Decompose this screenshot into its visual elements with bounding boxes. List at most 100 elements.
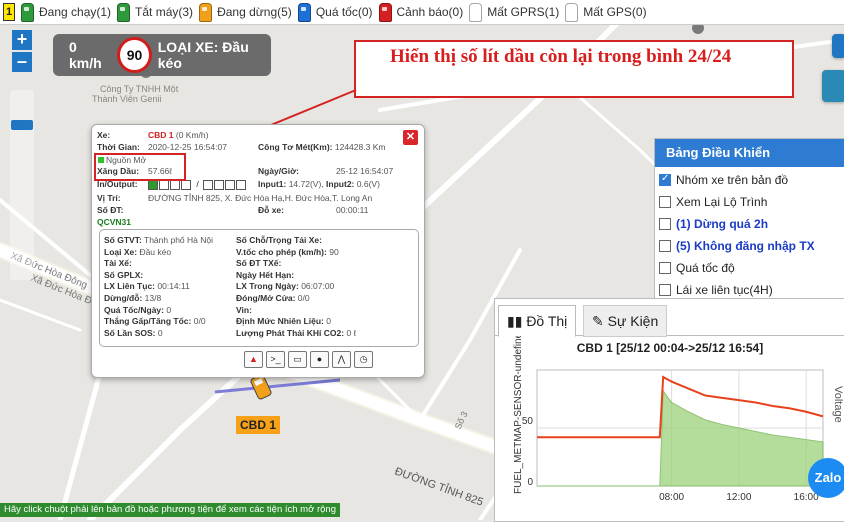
detail-row: Số Chỗ/Trọng Tải Xe: <box>236 235 322 245</box>
detail-row: Đóng/Mở Cửa: 0/0 <box>236 293 310 303</box>
cp-item-label: (5) Không đăng nhập TX <box>676 239 815 253</box>
cp-item-label: Quá tốc độ <box>676 261 735 275</box>
detail-label: Số GTVT: <box>104 235 142 245</box>
layers-icon[interactable] <box>822 70 844 102</box>
detail-label: Loại Xe: <box>104 246 138 257</box>
detail-value: 0 <box>166 304 172 315</box>
cp-item-label: Xem Lại Lộ Trình <box>676 195 768 209</box>
vehicle-map-label[interactable]: CBD 1 <box>236 416 280 434</box>
status-engine-off[interactable]: Tắt máy(3) <box>117 2 194 22</box>
speed-panel: 0 km/h 90 LOẠI XE: Đầu kéo <box>53 34 271 76</box>
terminal-icon[interactable]: >_ <box>266 351 285 368</box>
status-lost-gprs[interactable]: Mất GPRS(1) <box>469 2 559 22</box>
detail-label: Số Lần SOS: <box>104 327 156 338</box>
checkbox[interactable] <box>659 218 671 230</box>
status-number-badge: 1 <box>3 3 15 21</box>
current-speed: 0 km/h <box>69 39 102 71</box>
ngay-gio-label: Ngày/Giờ: <box>258 166 299 176</box>
checkbox[interactable] <box>659 240 671 252</box>
zoom-slider-handle[interactable] <box>11 120 33 130</box>
close-popup-button[interactable]: ✕ <box>403 130 418 145</box>
io-box-on <box>148 179 158 190</box>
car-icon <box>565 2 579 22</box>
map-label-company-2: Thành Viên Genii <box>92 94 161 104</box>
detail-row: Ngày Hết Hạn: <box>236 270 294 280</box>
detail-label: Đóng/Mở Cửa: <box>236 293 296 303</box>
warning-icon[interactable]: ▲ <box>244 351 263 368</box>
map-layer-button[interactable] <box>832 34 844 58</box>
status-overspeed[interactable]: Quá tốc(0) <box>297 2 373 22</box>
so-dt-label: Số ĐT: <box>97 205 124 215</box>
detail-row: Số GTVT: Thành phố Hà Nội <box>104 235 213 245</box>
zalo-chat-button[interactable]: Zalo <box>808 458 844 498</box>
bar-chart-icon: ▮▮ <box>507 313 527 329</box>
cp-item-route-replay[interactable]: Xem Lại Lộ Trình <box>655 191 844 213</box>
popup-action-bar: ▲ >_ ▭ ● ⋀ ◷ <box>244 351 376 368</box>
cp-item-not-logged-in[interactable]: (5) Không đăng nhập TX <box>655 235 844 257</box>
input2-value: 0.6(V) <box>356 179 380 189</box>
io-box <box>225 179 236 190</box>
detail-label: LX Trong Ngày: <box>236 281 299 292</box>
y-axis-label: FUEL_METMAP-SENSOR-undefined <box>513 336 524 494</box>
detail-label: Lượng Phát Thải KHí CO2: <box>236 327 345 338</box>
cp-item-overspeed[interactable]: Quá tốc độ <box>655 257 844 279</box>
detail-row: Định Mức Nhiên Liệu: 0 <box>236 316 331 326</box>
status-lost-gps-label: Mất GPS(0) <box>583 5 647 19</box>
thoi-gian-value: 2020-12-25 16:54:07 <box>148 142 227 152</box>
io-box <box>214 179 225 190</box>
tab-events[interactable]: ✎ Sự Kiện <box>583 305 668 337</box>
status-lost-gps[interactable]: Mất GPS(0) <box>565 2 647 22</box>
tab-events-label: Sự Kiện <box>607 313 659 329</box>
detail-value: 0/0 <box>297 293 310 303</box>
speed-limit-sign: 90 <box>117 37 152 73</box>
status-engine-off-label: Tắt máy(3) <box>135 5 194 19</box>
detail-row: Dừng/đỗ: 13/8 <box>104 293 161 303</box>
cp-item-stop-over-2h[interactable]: (1) Dừng quá 2h <box>655 213 844 235</box>
status-warning[interactable]: Cảnh báo(0) <box>378 2 463 22</box>
tab-chart[interactable]: ▮▮ Đồ Thị <box>498 305 577 337</box>
detail-row: Tài Xế: <box>104 258 132 268</box>
map-label-company-1: Công Ty TNHH Một <box>100 84 179 94</box>
pin-icon: ✎ <box>592 313 608 329</box>
car-icon <box>21 2 34 22</box>
checkbox[interactable] <box>659 173 671 186</box>
clock-icon[interactable]: ◷ <box>354 351 373 368</box>
status-running-label: Đang chạy(1) <box>39 5 112 19</box>
car-icon <box>199 2 213 22</box>
car-icon <box>469 2 483 22</box>
zoom-in-button[interactable]: + <box>12 30 32 50</box>
detail-value: 0 <box>157 327 163 338</box>
checkbox[interactable] <box>659 196 671 208</box>
status-running[interactable]: Đang chạy(1) <box>21 2 112 22</box>
do-xe-value: 00:00:11 <box>336 205 369 215</box>
zoom-controls: + – <box>12 30 32 74</box>
detail-row: LX Trong Ngày: 06:07:00 <box>236 281 334 291</box>
fuel-chart[interactable]: CBD 1 [25/12 00:04->25/12 16:54] 08:00 12:… <box>495 336 843 520</box>
zoom-slider-track[interactable] <box>10 90 34 280</box>
status-stopped[interactable]: Đang dừng(5) <box>199 2 292 22</box>
checkbox[interactable] <box>659 262 671 274</box>
ngay-gio-value: 25-12 16:54:07 <box>336 166 394 176</box>
do-xe-label: Đỗ xe: <box>258 205 284 215</box>
detail-row: Quá Tốc/Ngày: 0 <box>104 305 171 315</box>
detail-value: 0/0 <box>193 316 206 327</box>
location-pin-icon[interactable]: ● <box>310 351 329 368</box>
bottom-hint-bar: Hãy click chuột phải lên bản đồ hoặc phư… <box>0 503 340 517</box>
road-icon[interactable]: ⋀ <box>332 351 351 368</box>
cp-item-label: Nhóm xe trên bản đồ <box>676 173 789 187</box>
monitor-icon[interactable]: ▭ <box>288 351 307 368</box>
detail-value: 00:14:11 <box>157 281 190 292</box>
checkbox[interactable] <box>659 284 671 296</box>
io-box <box>181 179 191 190</box>
detail-value: 06:07:00 <box>301 281 335 292</box>
cp-item-group-on-map[interactable]: Nhóm xe trên bản đồ <box>655 169 844 191</box>
status-overspeed-label: Quá tốc(0) <box>315 5 373 19</box>
detail-label: LX Liên Tục: <box>104 281 155 292</box>
cong-to-value: 124428.3 Km <box>334 142 386 152</box>
detail-row: LX Liên Tục: 00:14:11 <box>104 281 190 291</box>
detail-label: V.tốc cho phép (km/h): <box>236 246 327 257</box>
zoom-out-button[interactable]: – <box>12 52 32 72</box>
cp-item-label: Lái xe liên tục(4H) <box>676 283 773 297</box>
io-box <box>159 179 169 190</box>
detail-value: 90 <box>329 246 339 257</box>
